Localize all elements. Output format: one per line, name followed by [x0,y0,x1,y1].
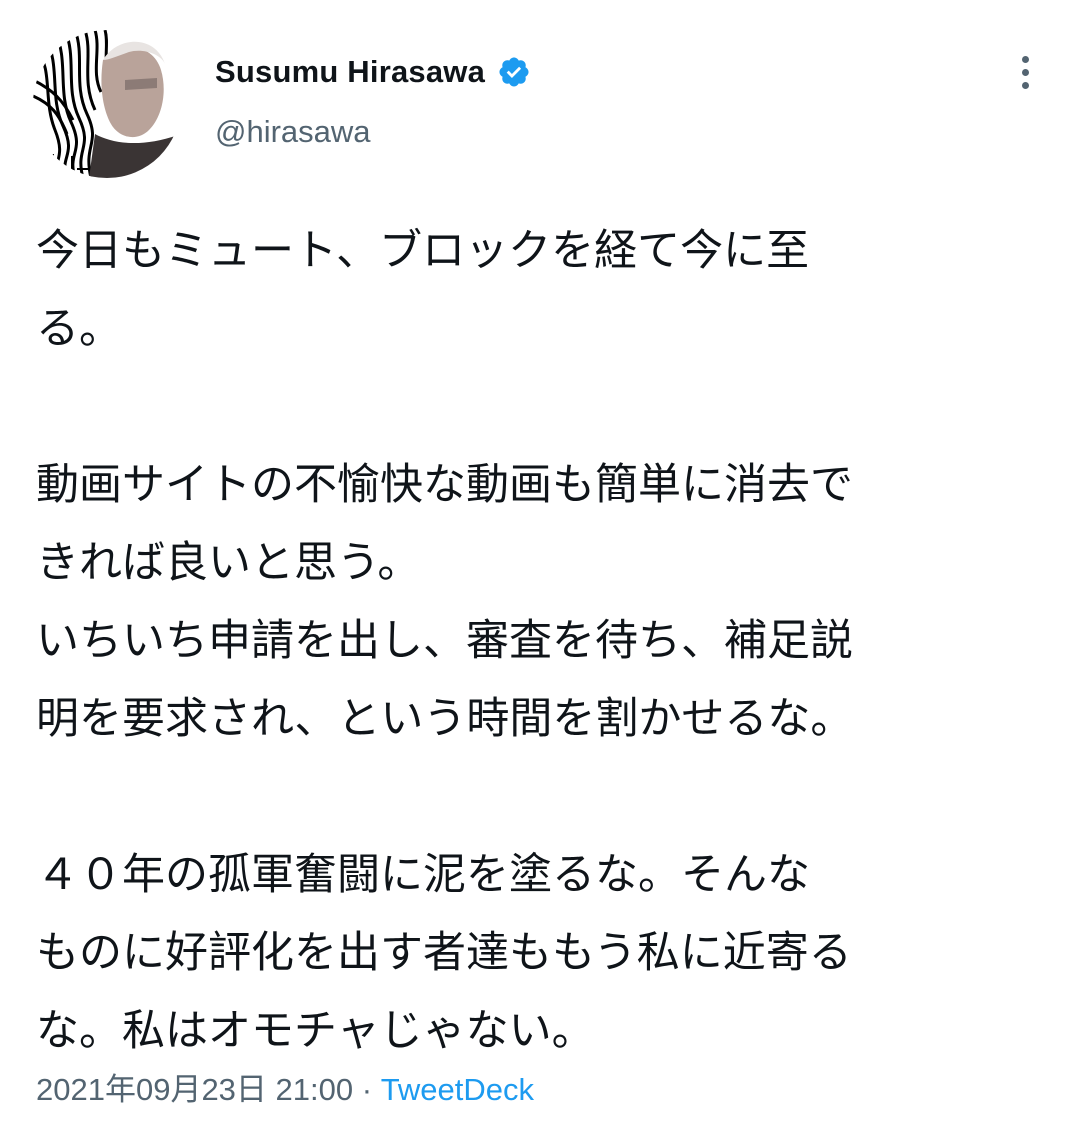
user-handle[interactable]: @hirasawa [215,114,371,150]
tweet-line: いちいち申請を出し、審査を待ち、補足説 [36,616,853,666]
tweet-line: 明を要求され、という時間を割かせるな。 [36,694,854,744]
tweet-meta: 2021年09月23日 21:00 · TweetDeck [36,1064,534,1109]
tweet-line: 動画サイトの不愉快な動画も簡単に消去で [36,460,853,510]
tweet-line: 今日もミュート、ブロックを経て今に至 [36,226,810,276]
verified-badge-icon [497,55,531,89]
tweet-line: る。 [36,304,122,354]
user-display-name[interactable]: Susumu Hirasawa [215,54,485,90]
user-name-row[interactable]: Susumu Hirasawa [215,50,531,94]
avatar-photo [33,30,181,178]
avatar[interactable] [33,30,181,178]
more-vertical-icon-dot [1021,81,1029,89]
more-vertical-icon [1021,55,1029,63]
tweet-text: 今日もミュート、ブロックを経て今に至 る。 動画サイトの不愉快な動画も簡単に消去… [36,212,1046,1070]
tweet-line: ものに好評化を出す者達ももう私に近寄る [36,928,852,978]
more-options-button[interactable] [1003,50,1047,94]
tweet-source-link[interactable]: TweetDeck [381,1072,534,1107]
tweet-line: きれば良いと思う。 [36,538,421,588]
more-vertical-icon-dot [1021,68,1029,76]
meta-separator: · [353,1072,381,1107]
tweet-line: ４０年の孤軍奮闘に泥を塗るな。そんな [36,850,810,900]
tweet-timestamp[interactable]: 2021年09月23日 21:00 [36,1072,353,1107]
tweet-line: な。私はオモチャじゃない。 [36,1006,595,1056]
